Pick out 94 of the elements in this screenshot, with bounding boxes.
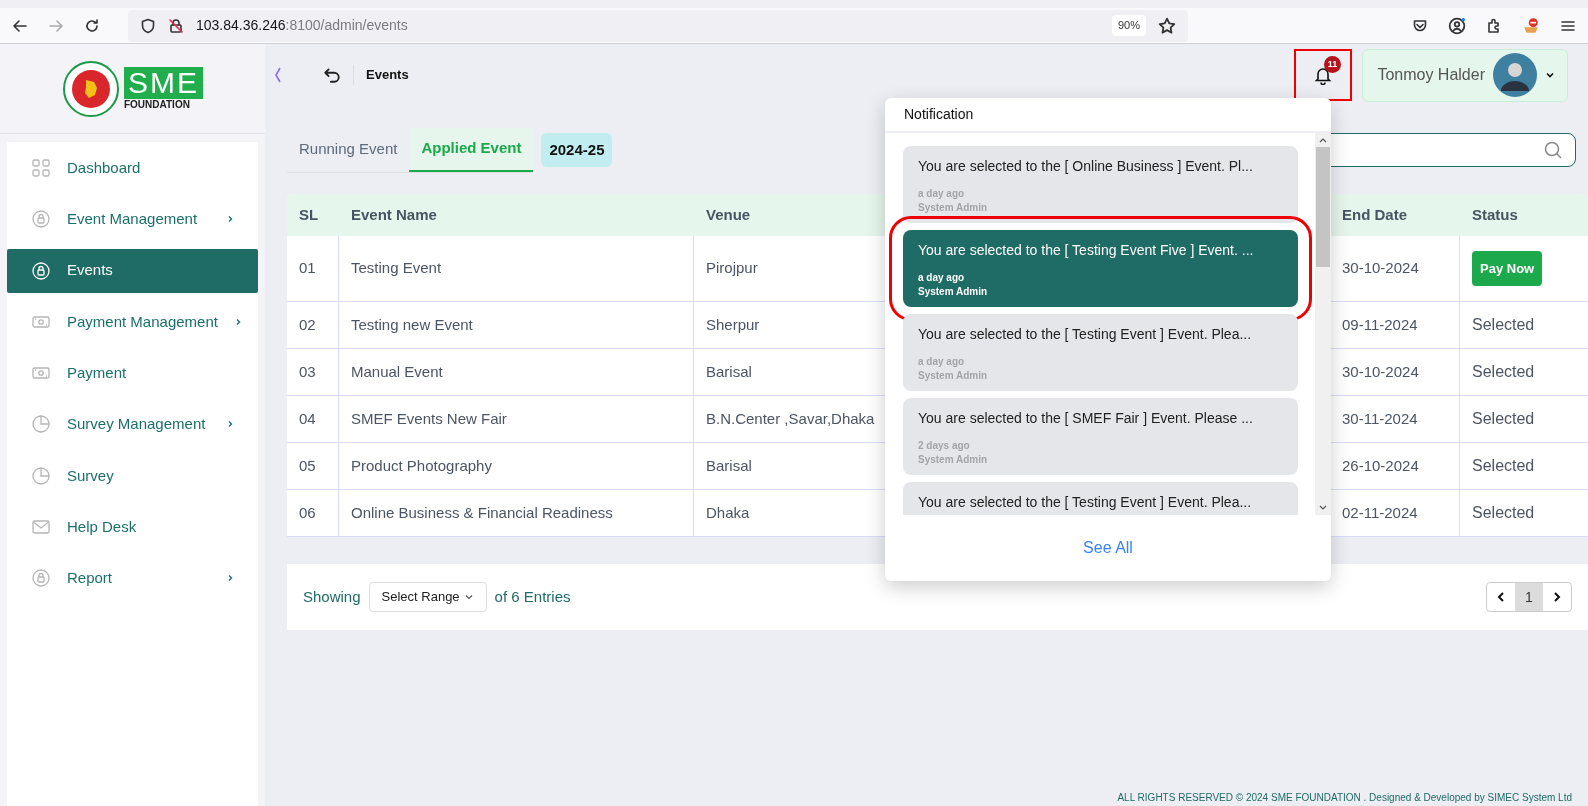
table-cell-text: 30-11-2024: [1342, 408, 1418, 429]
notification-item[interactable]: You are selected to the [ SMEF Fair ] Event. Please ... 2 days ago System Admin: [903, 398, 1298, 475]
status-text: Selected: [1472, 315, 1535, 335]
caret-icon: [463, 592, 474, 602]
pie-chart-icon: [31, 414, 51, 435]
pie-chart-icon: [31, 465, 51, 486]
table-cell-text: 02: [299, 314, 316, 335]
grid-icon: [31, 158, 51, 178]
scrollbar-thumb[interactable]: [1316, 147, 1330, 267]
avatar-icon: [1493, 53, 1537, 97]
chevron-left-icon: [1495, 591, 1507, 603]
column-header: SL: [299, 205, 319, 223]
range-select[interactable]: Select Range: [368, 582, 487, 612]
lock-icon: [31, 568, 51, 589]
sidebar-item[interactable]: Event Management: [7, 197, 258, 242]
table-cell-text: 01: [299, 258, 316, 279]
insecure-lock-icon: [168, 17, 184, 34]
scroll-up-icon[interactable]: [1319, 137, 1327, 143]
sidebar-item[interactable]: Payment: [7, 351, 258, 396]
table-cell-text: Testing Event: [351, 258, 442, 279]
extension-badge-icon[interactable]: [1522, 16, 1540, 35]
undo-arrow-icon[interactable]: [323, 66, 341, 84]
page-button[interactable]: 1: [1515, 583, 1543, 611]
table-cell-text: 30-10-2024: [1342, 361, 1419, 382]
notification-count: 11: [1324, 56, 1341, 73]
column-header: Status: [1472, 205, 1518, 223]
table-cell-text: Barisal: [706, 361, 752, 382]
address-bar[interactable]: 103.84.36.246:8100/admin/events 90%: [128, 9, 1188, 42]
sidebar-item[interactable]: Dashboard: [7, 146, 258, 190]
entries-label: of 6 Entries: [494, 586, 571, 607]
collapse-icon[interactable]: [273, 65, 283, 85]
column-header: End Date: [1342, 205, 1407, 223]
notification-item[interactable]: You are selected to the [ Testing Event ] Event. Plea...: [903, 482, 1298, 515]
notification-item[interactable]: You are selected to the [ Testing Event Five ] Event. ... a day ago System Admin: [903, 230, 1298, 307]
table-cell-text: Testing new Event: [351, 314, 473, 335]
shield-icon: [140, 17, 156, 34]
status-text: Selected: [1472, 362, 1535, 382]
search-icon: [1543, 140, 1563, 160]
sidebar-item[interactable]: Report: [7, 556, 258, 601]
chevron-right-icon: [1551, 591, 1563, 603]
pocket-icon[interactable]: [1412, 17, 1428, 34]
footer-text: ALL RIGHTS RESERVED © 2024 SME FOUNDATION . Designed & Developed by SIMEC System Ltd: [1117, 792, 1572, 805]
notification-bell-button[interactable]: 11: [1296, 51, 1350, 99]
sidebar-item[interactable]: Survey: [7, 453, 258, 498]
showing-label: Showing: [303, 586, 361, 607]
reload-icon[interactable]: [84, 17, 100, 34]
table-cell-text: 09-11-2024: [1342, 314, 1418, 335]
lock-icon: [31, 260, 51, 281]
table-cell-text: Pirojpur: [706, 258, 758, 279]
tab[interactable]: Running Event: [287, 127, 410, 172]
table-cell-text: B.N.Center ,Savar,Dhaka: [706, 408, 875, 429]
panel-title: Notification: [885, 98, 1331, 133]
table-cell-text: 06: [299, 502, 316, 523]
sme-logo: SME FOUNDATION: [124, 66, 203, 111]
bell-icon: [1313, 65, 1333, 85]
table-cell-text: 03: [299, 361, 316, 382]
scrollbar[interactable]: [1315, 133, 1331, 515]
table-cell-text: SMEF Events New Fair: [351, 408, 507, 429]
sidebar-item[interactable]: Payment Management: [7, 299, 258, 344]
table-cell-text: Dhaka: [706, 502, 750, 523]
table-cell-text: 30-10-2024: [1342, 258, 1419, 279]
see-all-link[interactable]: See All: [1083, 536, 1133, 560]
caret-icon: [1545, 70, 1555, 80]
table-cell-text: Product Photography: [351, 455, 492, 476]
back-arrow-icon[interactable]: [12, 17, 28, 34]
sidebar-item[interactable]: Survey Management: [7, 402, 258, 447]
status-text: Selected: [1472, 409, 1535, 429]
zoom-level[interactable]: 90%: [1111, 15, 1146, 36]
year-badge: 2024-25: [541, 132, 613, 168]
table-cell-text: Online Business & Financial Readiness: [351, 502, 613, 523]
page-title: Events: [366, 66, 409, 85]
table-cell-text: Manual Event: [351, 361, 443, 382]
column-header: Event Name: [351, 205, 437, 223]
url-text: 103.84.36.246:8100/admin/events: [196, 16, 409, 35]
column-header: Venue: [706, 205, 751, 223]
scroll-down-icon[interactable]: [1319, 505, 1327, 511]
status-text: Selected: [1472, 503, 1535, 523]
star-icon[interactable]: [1158, 16, 1176, 35]
table-cell-text: Barisal: [706, 455, 752, 476]
account-icon[interactable]: [1448, 16, 1466, 35]
notification-item[interactable]: You are selected to the [ Testing Event ] Event. Plea... a day ago System Admin: [903, 314, 1298, 391]
table-cell-text: Sherpur: [706, 314, 760, 335]
table-cell-text: 04: [299, 408, 316, 429]
status-text: Selected: [1472, 456, 1535, 476]
table-cell-text: 05: [299, 455, 316, 476]
sidebar-item[interactable]: Help Desk: [7, 505, 258, 550]
table-cell-text: 26-10-2024: [1342, 455, 1419, 476]
table-cell-text: 02-11-2024: [1342, 502, 1418, 523]
notification-item[interactable]: You are selected to the [ Online Business ] Event. Pl... a day ago System Admin: [903, 146, 1298, 223]
extensions-icon[interactable]: [1486, 17, 1502, 34]
user-menu-button[interactable]: Tonmoy Halder: [1362, 48, 1568, 102]
lock-icon: [31, 209, 51, 230]
emblem-icon: [62, 59, 120, 118]
sidebar-item[interactable]: Events: [7, 248, 258, 293]
